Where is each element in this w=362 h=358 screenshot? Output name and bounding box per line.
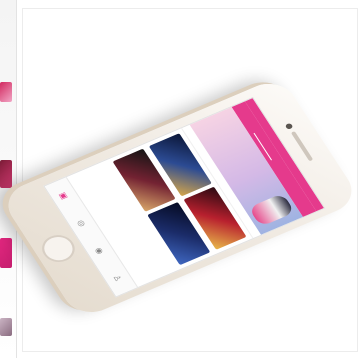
left-gallery-strip xyxy=(0,0,16,358)
home-icon: ▣ xyxy=(57,190,71,201)
nav-discover[interactable]: ◎ xyxy=(69,208,95,239)
left-divider xyxy=(16,0,17,358)
discover-icon: ◎ xyxy=(75,218,89,228)
nav-profile[interactable]: ♙ xyxy=(104,263,130,294)
opera-performer-image xyxy=(248,193,296,227)
gallery-thumbnail-2 xyxy=(0,160,12,188)
earpiece-speaker xyxy=(290,131,314,162)
front-camera xyxy=(284,122,294,130)
gallery-thumbnail-3 xyxy=(0,238,12,268)
chat-icon: ◉ xyxy=(93,245,106,256)
nav-chat[interactable]: ◉ xyxy=(87,235,113,266)
gallery-thumbnail-4 xyxy=(0,318,12,336)
profile-icon: ♙ xyxy=(111,273,124,283)
gallery-thumbnail-1 xyxy=(0,82,12,102)
nav-home[interactable]: ▣ xyxy=(51,180,77,211)
home-button[interactable] xyxy=(36,230,81,267)
